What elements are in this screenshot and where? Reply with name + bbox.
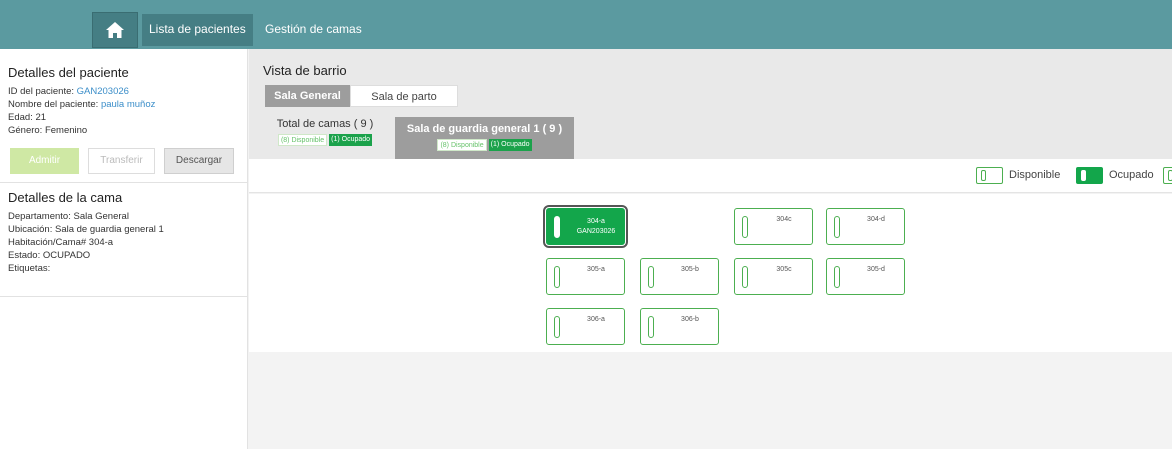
left-panel: Detalles del paciente ID del paciente: G… bbox=[0, 49, 248, 449]
bed-grid: 304-a GAN203026 304c 304-d 305-a 305-b 3… bbox=[249, 194, 1172, 352]
patient-name-label: Nombre del paciente: bbox=[8, 99, 99, 110]
bed-label: 305c bbox=[776, 266, 792, 273]
occupied-count-badge: (1) Ocupado bbox=[488, 139, 532, 151]
action-buttons: Admitir Transferir Descargar bbox=[10, 148, 236, 174]
main-area: Vista de barrio Sala General Sala de par… bbox=[249, 49, 1172, 449]
bed-icon bbox=[742, 266, 748, 288]
patient-age-label: Edad: bbox=[8, 112, 33, 123]
patient-name-value[interactable]: paula muñoz bbox=[101, 99, 155, 110]
bed-card[interactable]: 306-a bbox=[546, 308, 625, 345]
divider bbox=[0, 182, 248, 183]
bed-icon bbox=[834, 266, 840, 288]
location-value: Sala de guardia general 1 bbox=[55, 224, 164, 235]
divider bbox=[0, 296, 248, 297]
bed-details-title: Detalles de la cama bbox=[8, 190, 123, 205]
summary-total-label: Total de camas ( 9 ) bbox=[276, 118, 374, 130]
location-row: Ubicación: Sala de guardia general 1 bbox=[8, 223, 242, 236]
bed-label: 305-d bbox=[867, 266, 885, 273]
occupied-count-badge: (1) Ocupado bbox=[329, 134, 373, 146]
ward-header: Vista de barrio Sala General Sala de par… bbox=[249, 49, 1172, 159]
bed-card[interactable]: 304-a GAN203026 bbox=[543, 205, 628, 248]
room-row: Habitación/Cama# 304-a bbox=[8, 236, 242, 249]
bed-label: 305-a bbox=[587, 266, 605, 273]
tags-row: Etiquetas: bbox=[8, 262, 242, 275]
patient-gender-row: Género: Femenino bbox=[8, 124, 242, 137]
summary-total-beds[interactable]: Total de camas ( 9 ) (8) Disponible (1) … bbox=[265, 117, 385, 157]
bed-label: 305-b bbox=[681, 266, 699, 273]
home-icon bbox=[106, 22, 124, 38]
view-title: Vista de barrio bbox=[263, 63, 347, 78]
bed-icon bbox=[834, 216, 840, 238]
bed-label: 304c bbox=[776, 216, 792, 223]
summary-ward-pills: (8) Disponible (1) Ocupado bbox=[395, 139, 574, 151]
status-row: Estado: OCUPADO bbox=[8, 249, 242, 262]
tab-sala-general[interactable]: Sala General bbox=[265, 85, 350, 107]
bed-icon bbox=[554, 316, 560, 338]
status-value: OCUPADO bbox=[42, 250, 91, 261]
bed-label: 306-a bbox=[587, 316, 605, 323]
bed-label: 304-a GAN203026 bbox=[576, 218, 616, 235]
available-legend-icon bbox=[976, 167, 1003, 184]
occupied-legend-icon bbox=[1076, 167, 1103, 184]
location-label: Ubicación: bbox=[8, 224, 53, 235]
summary-total-pills: (8) Disponible (1) Ocupado bbox=[265, 134, 385, 146]
bed-details: Detalles de la cama Departamento: Sala G… bbox=[8, 190, 242, 275]
room-label: Habitación/Cama# bbox=[8, 237, 87, 248]
summary-ward-label: Sala de guardia general 1 ( 9 ) bbox=[406, 123, 563, 135]
bed-card[interactable]: 305-a bbox=[546, 258, 625, 295]
patient-gender-value: Femenino bbox=[44, 125, 88, 136]
top-navbar: Lista de pacientes Gestión de camas bbox=[0, 0, 1172, 49]
patient-id-value[interactable]: GAN203026 bbox=[77, 86, 129, 97]
bed-card[interactable]: 304-d bbox=[826, 208, 905, 245]
bed-icon bbox=[554, 266, 560, 288]
bed-icon bbox=[554, 216, 560, 238]
bed-icon bbox=[648, 316, 654, 338]
bed-icon bbox=[648, 266, 654, 288]
status-label: Estado: bbox=[8, 250, 41, 261]
occupied-legend-label: Ocupado bbox=[1109, 169, 1154, 181]
bed-card[interactable]: 305c bbox=[734, 258, 813, 295]
patient-name-row: Nombre del paciente: paula muñoz bbox=[8, 98, 242, 111]
available-legend-label: Disponible bbox=[1009, 169, 1061, 181]
patient-age-row: Edad: 21 bbox=[8, 111, 242, 124]
bed-label: 304-d bbox=[867, 216, 885, 223]
transfer-button[interactable]: Transferir bbox=[88, 148, 155, 174]
summary-ward[interactable]: Sala de guardia general 1 ( 9 ) (8) Disp… bbox=[395, 117, 574, 159]
available-count-badge: (8) Disponible bbox=[277, 134, 328, 146]
tab-sala-de-parto[interactable]: Sala de parto bbox=[350, 85, 458, 107]
patient-age-value: 21 bbox=[35, 112, 47, 123]
nav-bed-management[interactable]: Gestión de camas bbox=[258, 14, 369, 46]
department-value: Sala General bbox=[73, 211, 129, 222]
department-row: Departamento: Sala General bbox=[8, 210, 242, 223]
nav-patient-list[interactable]: Lista de pacientes bbox=[142, 14, 253, 46]
patient-gender-label: Género: bbox=[8, 125, 43, 136]
bed-icon bbox=[742, 216, 748, 238]
patient-id-row: ID del paciente: GAN203026 bbox=[8, 85, 242, 98]
bed-card[interactable]: 304c bbox=[734, 208, 813, 245]
legend-icon bbox=[1163, 167, 1172, 184]
patient-id-label: ID del paciente: bbox=[8, 86, 75, 97]
tags-label: Etiquetas: bbox=[8, 263, 51, 274]
bed-card[interactable]: 305-b bbox=[640, 258, 719, 295]
download-button[interactable]: Descargar bbox=[164, 148, 234, 174]
bed-card[interactable]: 306-b bbox=[640, 308, 719, 345]
legend-bar: Disponible Ocupado bbox=[249, 159, 1172, 193]
available-count-badge: (8) Disponible bbox=[437, 139, 487, 151]
admit-button[interactable]: Admitir bbox=[10, 148, 79, 174]
bed-label: 306-b bbox=[681, 316, 699, 323]
patient-details-title: Detalles del paciente bbox=[8, 65, 129, 80]
home-button[interactable] bbox=[92, 12, 138, 48]
patient-details: Detalles del paciente ID del paciente: G… bbox=[8, 65, 242, 137]
bed-card[interactable]: 305-d bbox=[826, 258, 905, 295]
department-label: Departamento: bbox=[8, 211, 71, 222]
room-value: 304-a bbox=[88, 237, 114, 248]
empty-area bbox=[249, 352, 1172, 449]
